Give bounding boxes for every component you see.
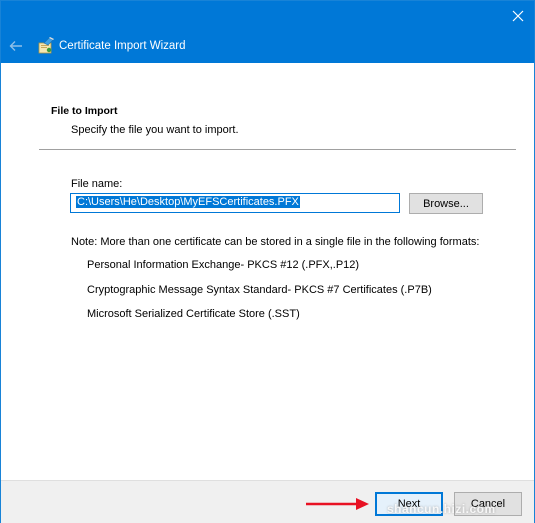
formats-note: Note: More than one certificate can be s…	[71, 236, 480, 248]
file-name-input[interactable]: C:\Users\He\Desktop\MyEFSCertificates.PF…	[70, 193, 400, 213]
wizard-window: Certificate Import Wizard File to Import…	[0, 0, 535, 523]
file-name-label: File name:	[71, 178, 123, 190]
back-button[interactable]	[7, 37, 25, 55]
window-title: Certificate Import Wizard	[59, 40, 186, 52]
format-item-pfx: Personal Information Exchange- PKCS #12 …	[87, 259, 360, 271]
red-arrow-icon	[306, 498, 369, 510]
title-bar: Certificate Import Wizard	[1, 1, 534, 63]
format-item-p7b: Cryptographic Message Syntax Standard- P…	[87, 284, 432, 296]
watermark-text: shancun.hizi.com	[387, 502, 496, 516]
back-arrow-icon	[9, 41, 22, 51]
file-name-value: C:\Users\He\Desktop\MyEFSCertificates.PF…	[76, 196, 300, 208]
close-button[interactable]	[502, 1, 534, 31]
page-description: Specify the file you want to import.	[71, 124, 239, 136]
browse-button[interactable]: Browse...	[409, 193, 483, 214]
close-icon	[512, 10, 524, 22]
page-title: File to Import	[51, 105, 118, 117]
format-item-sst: Microsoft Serialized Certificate Store (…	[87, 308, 300, 320]
header-divider	[39, 149, 516, 150]
certificate-wizard-icon	[38, 37, 54, 54]
